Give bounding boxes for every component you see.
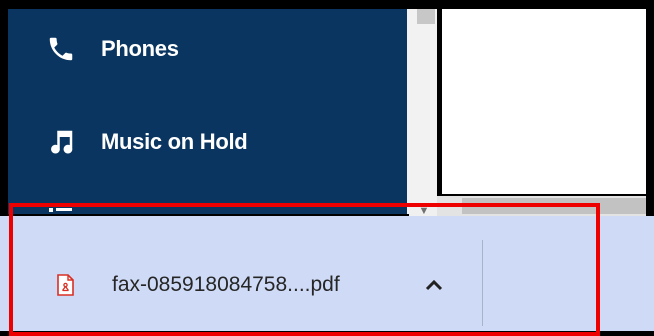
scrollbar-thumb[interactable] [462,198,646,214]
sidebar: Phones Music on Hold [8,9,407,214]
divider [482,240,483,326]
scroll-down-arrow-icon[interactable]: ▼ [409,206,439,217]
list-icon [44,204,78,214]
phone-icon [44,32,78,66]
sidebar-item-label: Phones [101,36,179,61]
music-note-icon [44,125,78,159]
content-area [442,9,646,194]
scrollbar-thumb[interactable] [417,9,435,24]
sidebar-item-label: Music on Hold [101,129,248,154]
download-file-name: fax-085918084758....pdf [112,273,340,296]
sidebar-item-phones[interactable]: Phones [8,24,407,74]
download-shelf: fax-085918084758....pdf [0,216,654,331]
download-item[interactable]: fax-085918084758....pdf [0,216,480,331]
horizontal-scrollbar[interactable] [437,196,646,216]
vertical-scrollbar[interactable] [407,9,437,214]
sidebar-item-music-on-hold[interactable]: Music on Hold [8,117,407,167]
chevron-up-icon[interactable] [418,273,450,297]
pdf-icon [56,274,74,296]
